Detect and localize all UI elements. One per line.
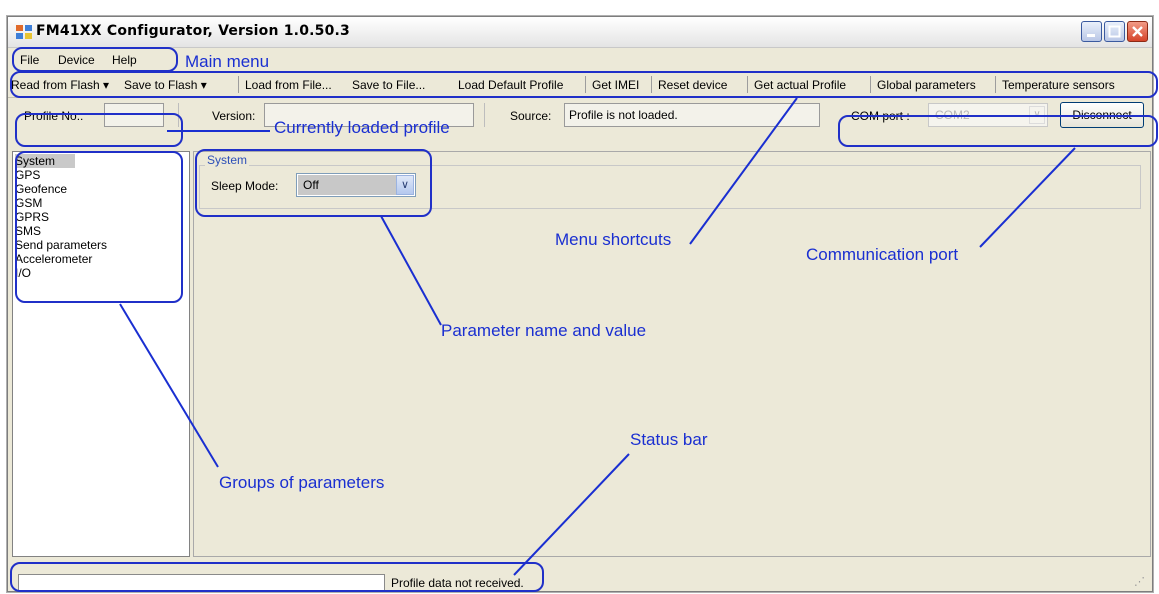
- annotation-line: [979, 147, 1076, 248]
- param-annotation: Parameter name and value: [441, 321, 647, 340]
- annotation-line: [689, 97, 798, 245]
- status-bar-annotation: Status bar: [630, 430, 708, 449]
- annotation-line: [380, 215, 442, 326]
- annotation-line: [513, 453, 630, 576]
- annotation-line: [119, 303, 219, 468]
- comm-port-annotation: Communication port: [806, 245, 959, 264]
- parameter-highlight: [195, 149, 432, 217]
- main-menu-highlight: [12, 47, 178, 72]
- status-highlight: [10, 562, 544, 592]
- groups-annotation: Groups of parameters: [219, 473, 385, 492]
- com-port-highlight: [838, 115, 1158, 147]
- main-menu-annotation: Main menu: [185, 52, 270, 71]
- toolbar-highlight: [10, 71, 1158, 98]
- menu-shortcuts-annotation: Menu shortcuts: [555, 230, 672, 249]
- groups-highlight: [15, 151, 183, 303]
- profile-highlight: [15, 113, 183, 147]
- loaded-profile-annotation: Currently loaded profile: [274, 118, 450, 137]
